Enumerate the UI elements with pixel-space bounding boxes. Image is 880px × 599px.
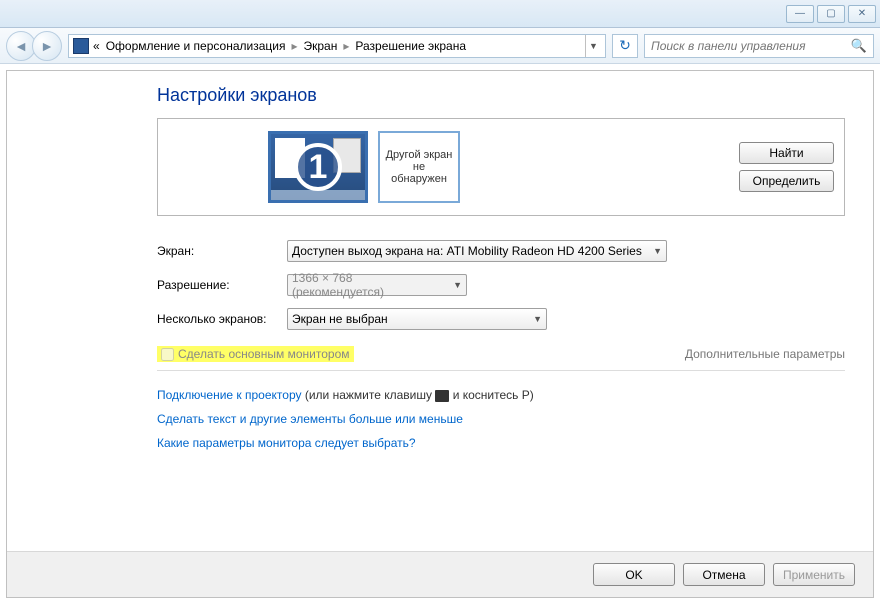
advanced-settings-link[interactable]: Дополнительные параметры (685, 347, 845, 361)
chevron-down-icon: ▼ (453, 280, 462, 290)
monitor-not-detected[interactable]: Другой экран не обнаружен (378, 131, 460, 203)
breadcrumb-prefix: « (93, 39, 100, 53)
windows-key-icon (435, 390, 449, 402)
make-primary-label: Сделать основным монитором (178, 347, 350, 361)
projector-link[interactable]: Подключение к проектору (157, 388, 302, 402)
ok-button[interactable]: OK (593, 563, 675, 586)
content-area: Настройки экранов 1 Другой экран не обна… (6, 70, 874, 598)
breadcrumb-sep-icon: ▸ (343, 39, 349, 53)
breadcrumb-sep-icon: ▸ (291, 39, 297, 53)
dialog-buttons: OK Отмена Применить (7, 551, 873, 597)
chevron-down-icon: ▼ (653, 246, 662, 256)
identify-button[interactable]: Определить (739, 170, 834, 192)
cancel-button[interactable]: Отмена (683, 563, 765, 586)
screen-select[interactable]: Доступен выход экрана на: ATI Mobility R… (287, 240, 667, 262)
chevron-down-icon: ▼ (533, 314, 542, 324)
breadcrumb-resolution[interactable]: Разрешение экрана (353, 39, 468, 53)
forward-button[interactable]: ► (32, 31, 62, 61)
projector-hint-text: (или нажмите клавишу (305, 388, 436, 402)
page-title: Настройки экранов (157, 85, 845, 106)
breadcrumb-dropdown-icon[interactable]: ▼ (585, 35, 601, 57)
screen-select-value: Доступен выход экрана на: ATI Mobility R… (292, 244, 642, 258)
maximize-button[interactable]: ▢ (817, 5, 845, 23)
search-input[interactable] (651, 39, 851, 53)
multiple-displays-label: Несколько экранов: (157, 312, 287, 326)
text-size-link[interactable]: Сделать текст и другие элементы больше и… (157, 412, 463, 426)
multiple-displays-value: Экран не выбран (292, 312, 388, 326)
nav-buttons: ◄ ► (6, 31, 62, 61)
help-links: Подключение к проектору (или нажмите кла… (157, 383, 845, 455)
monitor-1[interactable]: 1 (268, 131, 368, 203)
control-panel-icon (73, 38, 89, 54)
breadcrumb[interactable]: « Оформление и персонализация ▸ Экран ▸ … (68, 34, 606, 58)
monitor-1-number: 1 (294, 143, 342, 191)
breadcrumb-display[interactable]: Экран (301, 39, 339, 53)
resolution-select-value: 1366 × 768 (рекомендуется) (292, 271, 447, 299)
window-title-bar: — ▢ ✕ (0, 0, 880, 28)
breadcrumb-personalization[interactable]: Оформление и персонализация (104, 39, 288, 53)
find-button[interactable]: Найти (739, 142, 834, 164)
search-box[interactable]: 🔍 (644, 34, 874, 58)
refresh-button[interactable]: ↻ (612, 34, 638, 58)
screen-label: Экран: (157, 244, 287, 258)
make-primary-highlight: Сделать основным монитором (157, 346, 354, 362)
search-icon[interactable]: 🔍 (851, 38, 867, 54)
address-toolbar: ◄ ► « Оформление и персонализация ▸ Экра… (0, 28, 880, 64)
resolution-label: Разрешение: (157, 278, 287, 292)
apply-button: Применить (773, 563, 855, 586)
close-button[interactable]: ✕ (848, 5, 876, 23)
resolution-select: 1366 × 768 (рекомендуется) ▼ (287, 274, 467, 296)
make-primary-checkbox (161, 348, 174, 361)
display-arrangement-box: 1 Другой экран не обнаружен Найти Опреде… (157, 118, 845, 216)
which-monitor-link[interactable]: Какие параметры монитора следует выбрать… (157, 436, 416, 450)
minimize-button[interactable]: — (786, 5, 814, 23)
projector-hint-end: и коснитесь P) (453, 388, 534, 402)
multiple-displays-select[interactable]: Экран не выбран ▼ (287, 308, 547, 330)
